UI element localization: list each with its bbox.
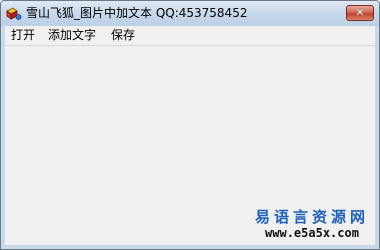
watermark-url: www.e5a5x.com [265, 226, 359, 240]
menu-bar: 打开 添加文字 保存 [5, 26, 375, 46]
close-button[interactable]: ✕ [346, 5, 374, 21]
watermark-title: 易语言资源网 [254, 208, 369, 226]
title-bar[interactable]: 雪山飞狐_图片中加文本 QQ:453758452 ✕ [1, 1, 379, 26]
app-icon [5, 6, 22, 21]
window-title: 雪山飞狐_图片中加文本 QQ:453758452 [26, 6, 248, 20]
menu-item-open[interactable]: 打开 [8, 28, 38, 43]
close-icon: ✕ [355, 6, 365, 19]
menu-item-save[interactable]: 保存 [108, 28, 138, 43]
client-area: 易语言资源网 www.e5a5x.com [5, 46, 375, 245]
watermark: 易语言资源网 www.e5a5x.com [255, 208, 369, 241]
app-window: 雪山飞狐_图片中加文本 QQ:453758452 ✕ 打开 添加文字 保存 易语… [0, 0, 380, 250]
menu-item-add-text[interactable]: 添加文字 [45, 28, 99, 43]
